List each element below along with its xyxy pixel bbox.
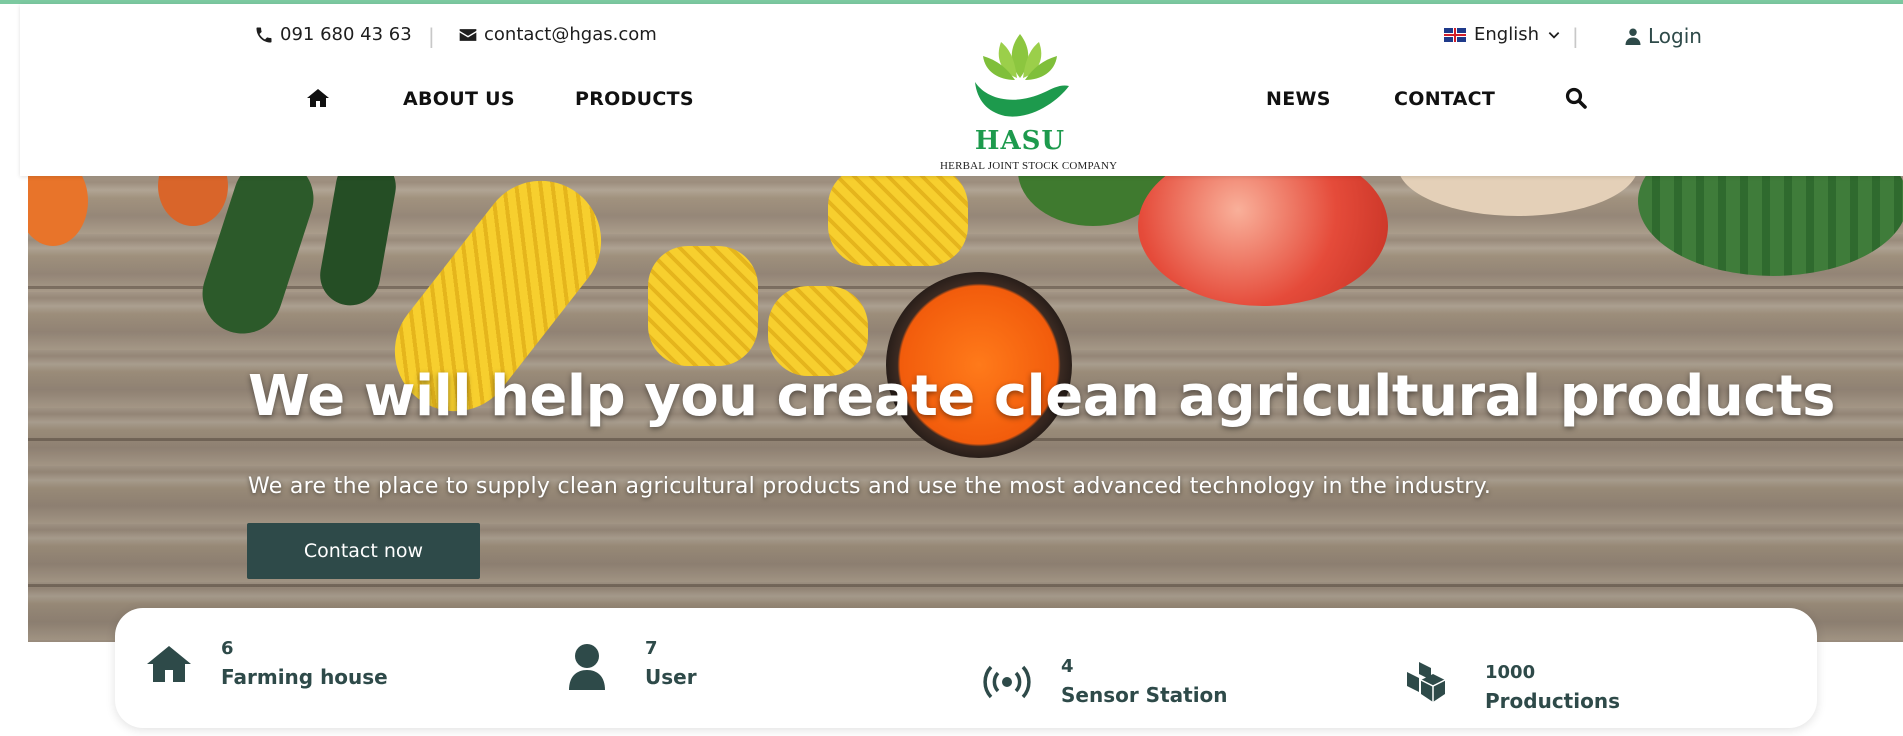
- stat-value: 4: [1061, 656, 1074, 677]
- nav-home[interactable]: [306, 86, 330, 114]
- chevron-down-icon: [1548, 31, 1560, 39]
- email-address: contact@hgas.com: [484, 24, 657, 45]
- logo-name: HASU: [974, 126, 1066, 156]
- login-label: Login: [1648, 24, 1702, 48]
- cucumber-image: [315, 176, 401, 311]
- contact-now-button[interactable]: Contact now: [247, 523, 480, 579]
- watermelon-image: [1638, 176, 1903, 276]
- language-label: English: [1474, 24, 1539, 45]
- home-icon: [307, 89, 329, 107]
- login-link[interactable]: Login: [1624, 24, 1702, 48]
- search-icon: [1565, 87, 1587, 109]
- corn-image: [828, 176, 968, 266]
- stat-label: User: [645, 665, 697, 689]
- nav-about-us[interactable]: ABOUT US: [403, 88, 515, 110]
- melon-image: [1398, 176, 1638, 216]
- hero-subtitle: We are the place to supply clean agricul…: [248, 474, 1492, 499]
- hero-title: We will help you create clean agricultur…: [248, 364, 1836, 429]
- phone-icon: [256, 27, 272, 42]
- phone-number: 091 680 43 63: [280, 24, 412, 45]
- broadcast-icon: [983, 662, 1031, 706]
- carrot-image: [158, 176, 228, 226]
- stat-label: Farming house: [221, 665, 388, 689]
- logo-subtitle: HERBAL JOINT STOCK COMPANY: [940, 160, 1118, 172]
- stats-bar: 6 Farming house 7 User 4 Sensor Station: [115, 608, 1817, 728]
- email-contact[interactable]: contact@hgas.com: [458, 24, 657, 45]
- stat-user: 7 User: [567, 638, 697, 694]
- user-icon: [1625, 28, 1641, 45]
- stat-farming-house: 6 Farming house: [145, 638, 388, 689]
- nav-contact[interactable]: CONTACT: [1394, 88, 1495, 110]
- lotus-hand-logo-icon: [975, 34, 1069, 117]
- corn-image: [648, 246, 758, 366]
- stat-value: 6: [221, 638, 234, 659]
- phone-contact[interactable]: 091 680 43 63: [254, 24, 412, 45]
- stat-label: Sensor Station: [1061, 683, 1228, 707]
- uk-flag-icon: [1444, 27, 1466, 42]
- header-separator: |: [428, 24, 435, 48]
- stat-sensor-station: 4 Sensor Station: [983, 656, 1228, 707]
- site-header: 091 680 43 63 | contact@hgas.com English…: [20, 4, 1903, 176]
- cubes-icon: [1405, 660, 1449, 708]
- carrot-image: [28, 176, 88, 246]
- corn-image: [768, 286, 868, 376]
- language-selector[interactable]: English: [1444, 24, 1561, 45]
- hero-banner: We will help you create clean agricultur…: [28, 176, 1903, 642]
- header-separator-2: |: [1572, 24, 1579, 48]
- home-icon: [145, 644, 193, 688]
- wood-plank-divider: [28, 584, 1903, 587]
- nav-search[interactable]: [1564, 86, 1588, 114]
- user-icon: [567, 642, 607, 694]
- site-logo[interactable]: HASU HERBAL JOINT STOCK COMPANY: [940, 30, 1118, 172]
- stat-value: 1000: [1485, 662, 1536, 683]
- stat-value: 7: [645, 638, 658, 659]
- nav-products[interactable]: PRODUCTS: [575, 88, 694, 110]
- stat-productions: 1000 Productions: [1405, 662, 1620, 713]
- envelope-icon: [459, 28, 477, 41]
- stat-label: Productions: [1485, 689, 1620, 713]
- nav-news[interactable]: NEWS: [1266, 88, 1331, 110]
